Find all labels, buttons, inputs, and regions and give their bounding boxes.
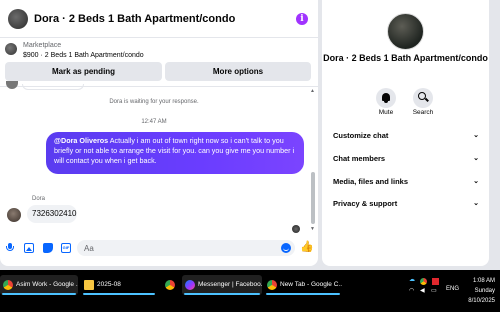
mute-button[interactable] [376,88,396,108]
section-chat-members[interactable]: Chat members ⌄ [333,151,479,167]
search-icon [418,92,426,100]
sticker-icon[interactable] [43,243,53,253]
avatar[interactable] [7,208,21,222]
info-title: Dora · 2 Beds 1 Bath Apartment/condo [323,53,488,63]
clock-date: 8/10/2025 [468,298,495,304]
more-options-button[interactable]: More options [165,62,311,81]
folder-icon [84,280,94,290]
task-label: Asim Work - Google ... [16,281,78,288]
section-label: Customize chat [333,131,389,140]
taskbar-item-chrome[interactable] [162,275,180,295]
scrollbar[interactable] [311,172,315,224]
cloud-icon[interactable]: ☁ [409,276,415,283]
task-label: 2025-08 [97,281,121,288]
taskbar: Asim Work - Google ... 2025-08 Messenger… [0,270,500,312]
clock-time: 1:08 AM [472,278,495,284]
task-label: Messenger | Faceboo... [198,281,262,288]
scroll-up-arrow-icon[interactable]: ▲ [310,88,315,94]
chrome-icon [165,280,175,290]
mention-link[interactable]: @Dora Oliveros [54,136,108,145]
gif-icon[interactable]: GIF [61,243,71,253]
clock-day: Sunday [474,288,495,294]
info-icon[interactable]: i [296,13,308,25]
listing-price-title[interactable]: $900 · 2 Beds 1 Bath Apartment/condo [23,52,144,59]
marketplace-label: Marketplace [23,42,62,49]
speaker-icon[interactable]: ◀ [420,287,425,294]
battery-icon[interactable]: ▭ [431,287,437,294]
like-icon[interactable]: 👍 [300,242,314,253]
section-media-files-links[interactable]: Media, files and links ⌄ [333,174,479,190]
messenger-icon [185,280,195,290]
previous-avatar [6,81,18,89]
chevron-down-icon: ⌄ [473,132,479,139]
chrome-icon [3,280,13,290]
chevron-down-icon: ⌄ [473,155,479,162]
chevron-down-icon: ⌄ [473,178,479,185]
search-button[interactable] [413,88,433,108]
listing-thumbnail[interactable] [5,43,17,55]
chat-header: Dora · 2 Beds 1 Bath Apartment/condo i [0,0,318,38]
section-customize-chat[interactable]: Customize chat ⌄ [333,128,479,144]
photo-icon[interactable] [24,243,34,253]
chat-panel: Dora · 2 Beds 1 Bath Apartment/condo i M… [0,0,318,266]
section-label: Privacy & support [333,199,398,208]
microphone-icon[interactable] [5,243,15,253]
avatar[interactable] [387,13,424,50]
section-label: Chat members [333,154,386,163]
scroll-down-arrow-icon[interactable]: ▼ [310,226,315,232]
previous-message-bubble [22,84,84,90]
taskbar-item-folder[interactable]: 2025-08 [81,275,157,295]
app-tray-icon[interactable] [432,278,439,285]
conversation-info-panel: Dora · 2 Beds 1 Bath Apartment/condo Mut… [322,0,489,266]
sender-name: Dora [32,196,46,202]
taskbar-item-chrome-work[interactable]: Asim Work - Google ... [0,275,78,295]
mark-as-pending-button[interactable]: Mark as pending [5,62,162,81]
chrome-icon [267,280,277,290]
wifi-icon[interactable]: ◠ [409,287,414,294]
task-label: New Tab - Google C... [280,281,342,288]
waiting-notice: Dora is waiting for your response. [109,99,199,105]
taskbar-item-messenger[interactable]: Messenger | Faceboo... [182,275,262,295]
chrome-tray-icon[interactable] [420,278,427,285]
taskbar-item-new-tab[interactable]: New Tab - Google C... [264,275,342,295]
bell-icon [382,93,390,103]
system-clock[interactable]: 1:08 AM Sunday 8/10/2025 [465,276,495,306]
section-label: Media, files and links [333,177,409,186]
language-indicator[interactable]: ENG [446,286,459,292]
outgoing-message[interactable]: @Dora Oliveros Actually i am out of town… [46,132,304,174]
conversation-title[interactable]: Dora · 2 Beds 1 Bath Apartment/condo [34,13,235,25]
emoji-icon[interactable] [281,243,291,253]
avatar[interactable] [8,9,28,29]
chevron-down-icon: ⌄ [473,200,479,207]
message-timestamp: 12:47 AM [141,119,167,125]
incoming-message[interactable]: 7326302410 [27,205,77,223]
message-input[interactable] [77,240,295,256]
section-privacy-support[interactable]: Privacy & support ⌄ [333,196,479,212]
mute-label: Mute [378,109,394,116]
search-label: Search [412,109,434,116]
read-receipt-avatar [292,225,300,233]
